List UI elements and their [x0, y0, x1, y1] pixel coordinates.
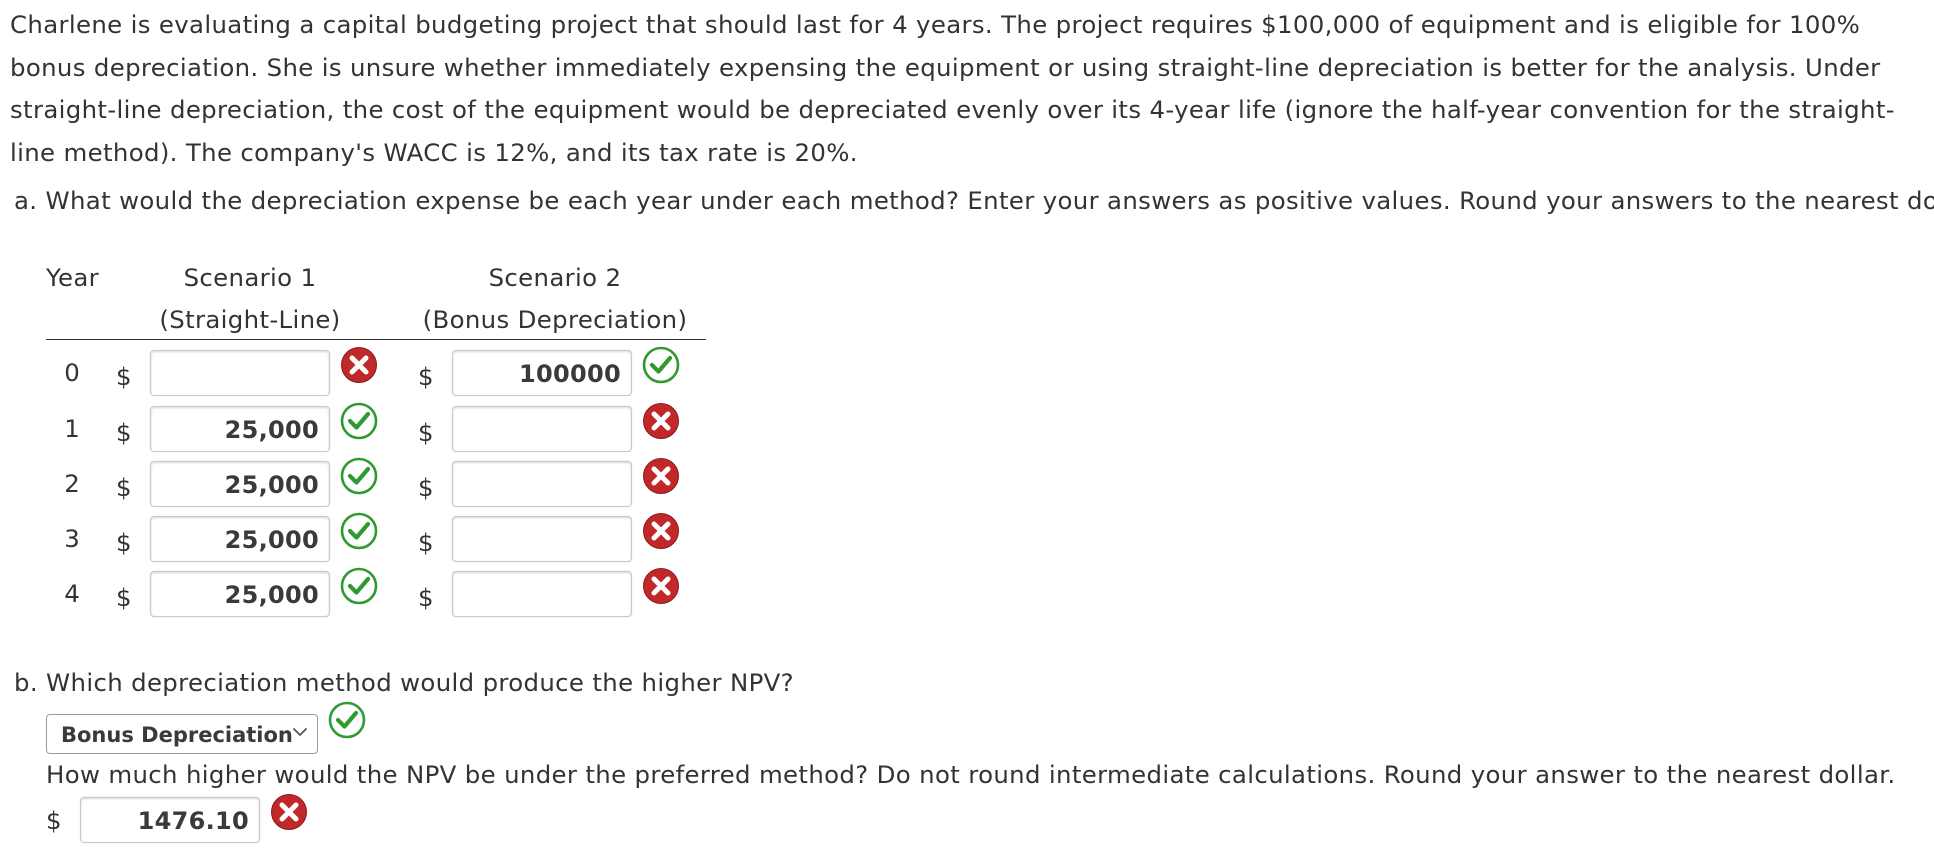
year-label: 0 — [64, 358, 80, 387]
check-circle-icon — [642, 346, 680, 384]
scenario-2-year-4-input[interactable] — [452, 571, 632, 617]
depreciation-method-select[interactable]: Bonus Depreciation — [46, 714, 318, 754]
currency-symbol: $ — [116, 418, 132, 447]
year-label: 3 — [64, 524, 80, 553]
currency-symbol: $ — [418, 583, 434, 612]
column-header-scenario-2-subtitle: (Bonus Depreciation) — [422, 305, 688, 334]
column-header-year: Year — [46, 263, 100, 292]
scenario-1-year-3-input[interactable]: 25,000 — [150, 516, 330, 562]
problem-statement: Charlene is evaluating a capital budgeti… — [10, 10, 1895, 167]
part-a-question: a. What would the depreciation expense b… — [14, 186, 1934, 215]
selected-method-label: Bonus Depreciation — [61, 723, 293, 747]
scenario-1-year-2-input[interactable]: 25,000 — [150, 461, 330, 507]
currency-symbol: $ — [116, 583, 132, 612]
x-circle-icon — [643, 568, 679, 604]
currency-symbol: $ — [418, 362, 434, 391]
scenario-2-year-0-input[interactable]: 100000 — [452, 350, 632, 396]
year-label: 1 — [64, 414, 80, 443]
check-circle-icon — [340, 402, 378, 440]
check-circle-icon — [340, 567, 378, 605]
currency-symbol: $ — [418, 418, 434, 447]
currency-symbol: $ — [46, 806, 62, 835]
scenario-1-year-0-input[interactable] — [150, 350, 330, 396]
column-header-scenario-2: Scenario 2 — [488, 263, 622, 292]
year-label: 2 — [64, 469, 80, 498]
check-circle-icon — [328, 701, 366, 739]
column-header-scenario-1-subtitle: (Straight-Line) — [159, 305, 341, 334]
scenario-1-year-1-input[interactable]: 25,000 — [150, 406, 330, 452]
currency-symbol: $ — [116, 528, 132, 557]
scenario-2-year-3-input[interactable] — [452, 516, 632, 562]
x-circle-icon — [643, 403, 679, 439]
currency-symbol: $ — [116, 473, 132, 502]
chevron-down-icon — [293, 728, 307, 736]
table-header-rule — [46, 339, 706, 340]
x-circle-icon — [643, 513, 679, 549]
currency-symbol: $ — [116, 362, 132, 391]
check-circle-icon — [340, 457, 378, 495]
x-circle-icon — [643, 458, 679, 494]
column-header-scenario-1: Scenario 1 — [183, 263, 317, 292]
x-circle-icon — [271, 794, 307, 830]
part-b-followup-question: How much higher would the NPV be under t… — [46, 760, 1896, 789]
npv-difference-input[interactable]: 1476.10 — [80, 797, 260, 843]
currency-symbol: $ — [418, 528, 434, 557]
scenario-1-year-4-input[interactable]: 25,000 — [150, 571, 330, 617]
year-label: 4 — [64, 579, 80, 608]
currency-symbol: $ — [418, 473, 434, 502]
scenario-2-year-2-input[interactable] — [452, 461, 632, 507]
x-circle-icon — [341, 347, 377, 383]
scenario-2-year-1-input[interactable] — [452, 406, 632, 452]
check-circle-icon — [340, 512, 378, 550]
part-b-question: b. Which depreciation method would produ… — [14, 668, 794, 697]
